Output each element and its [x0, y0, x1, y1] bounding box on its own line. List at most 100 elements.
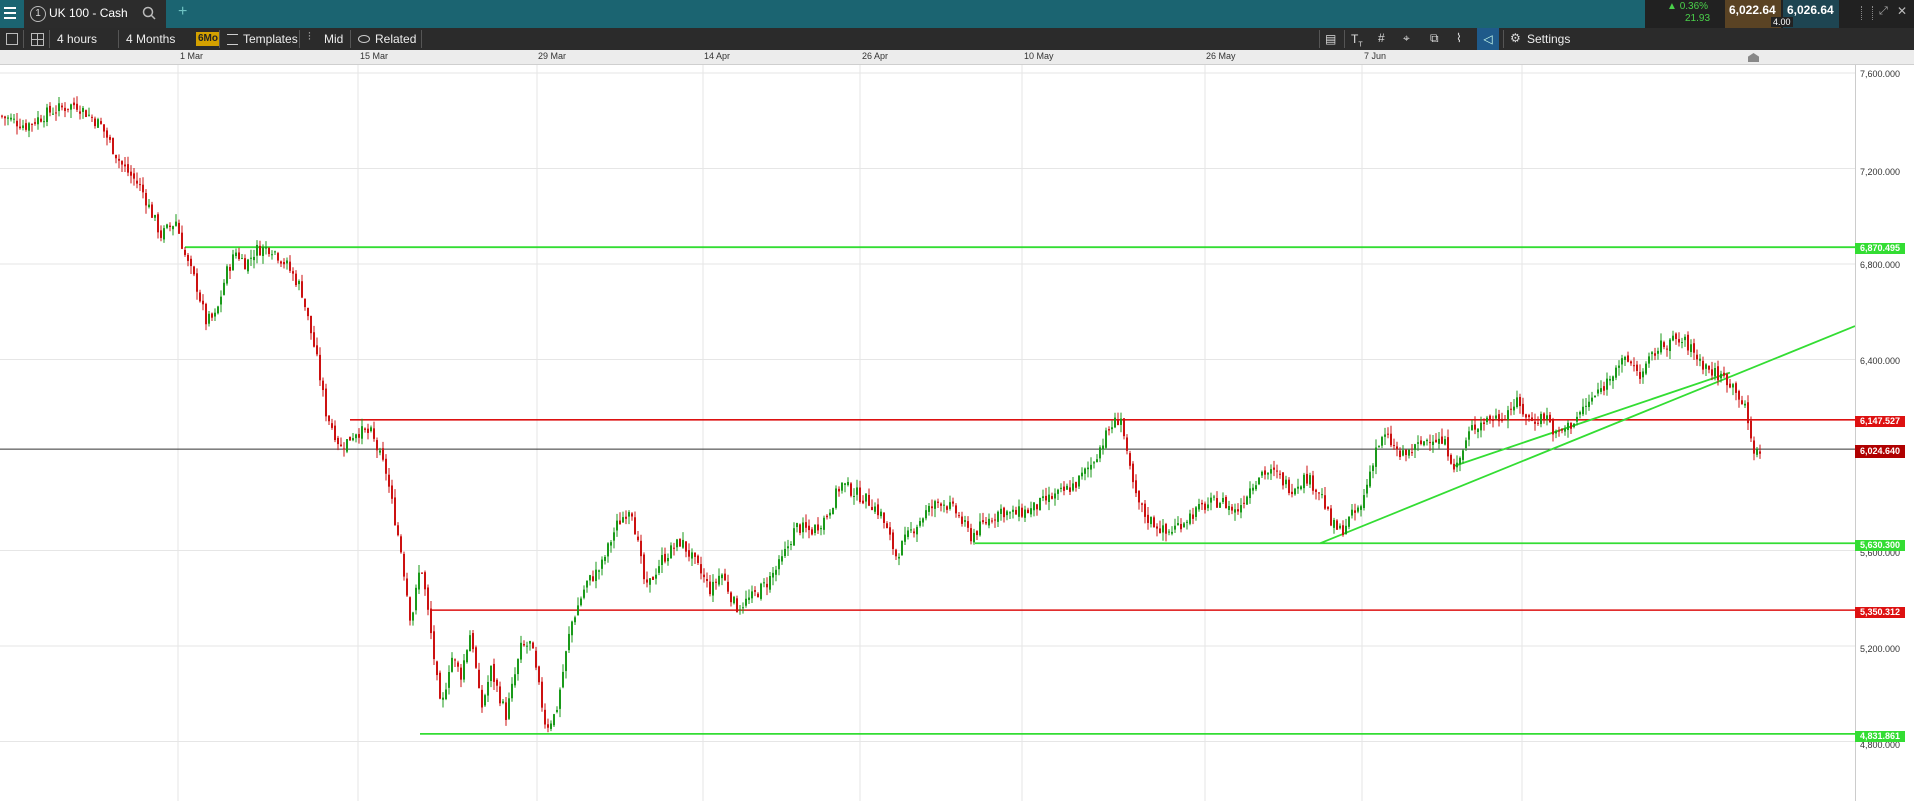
add-tab-icon[interactable]: + — [178, 3, 187, 21]
candle-body — [124, 164, 126, 167]
level-label-low-green[interactable]: 4,831.861 — [1855, 731, 1905, 742]
candle-body — [1285, 479, 1287, 485]
candle-body — [361, 426, 363, 439]
candle-body — [1111, 427, 1113, 430]
drag-handle-icon[interactable] — [1861, 6, 1873, 20]
gear-icon[interactable]: ⚙ — [1510, 31, 1521, 45]
text-tool-icon[interactable]: TT — [1351, 32, 1363, 48]
candle-body — [1060, 487, 1062, 489]
level-label-resistance-red[interactable]: 6,147.527 — [1855, 416, 1905, 427]
candle-body — [862, 500, 864, 504]
layout-grid-icon[interactable] — [31, 33, 44, 46]
candle-body — [844, 483, 846, 485]
candle-body — [1297, 486, 1299, 489]
candle-body — [316, 345, 318, 355]
candle-body — [688, 550, 690, 557]
candle-body — [1405, 449, 1407, 456]
candle-body — [1660, 340, 1662, 353]
drawing-tool-icon[interactable]: ⌇ — [1456, 31, 1462, 45]
candle-body — [256, 244, 258, 256]
candle-body — [1450, 455, 1452, 464]
crosshair-icon[interactable]: ⌖ — [1403, 31, 1410, 46]
candle-body — [394, 497, 396, 525]
home-marker-icon[interactable] — [1748, 53, 1759, 62]
candle-body — [418, 572, 420, 590]
candle-body — [454, 659, 456, 661]
candle-body — [1048, 494, 1050, 503]
candle-body — [247, 259, 249, 272]
candle-body — [847, 481, 849, 486]
candle-body — [796, 523, 798, 528]
level-label-support-red[interactable]: 5,350.312 — [1855, 607, 1905, 618]
candle-body — [352, 438, 354, 441]
candle-body — [514, 674, 516, 686]
candle-body — [919, 521, 921, 526]
candle-body — [265, 246, 267, 249]
range-select[interactable]: 4 Months — [126, 28, 175, 50]
candle-body — [1219, 502, 1221, 508]
candle-body — [1012, 509, 1014, 512]
candle-body — [292, 271, 294, 274]
candle-body — [109, 136, 111, 140]
candle-body — [601, 559, 603, 569]
candle-body — [1609, 378, 1611, 381]
time-label: 10 May — [1024, 51, 1054, 61]
candle-body — [958, 515, 960, 517]
candle-body — [1147, 514, 1149, 523]
time-axis: 1 Mar 15 Mar 29 Mar 14 Apr 26 Apr 10 May… — [0, 50, 1914, 65]
close-icon[interactable]: ✕ — [1897, 4, 1907, 18]
time-label: 7 Jun — [1364, 51, 1387, 61]
hamburger-menu-icon[interactable] — [4, 7, 16, 19]
candle-body — [1045, 495, 1047, 501]
candle-body — [1189, 513, 1191, 524]
settings-button[interactable]: Settings — [1527, 28, 1570, 50]
expand-icon[interactable]: ⤢ — [1879, 5, 1888, 18]
time-label: 14 Apr — [704, 51, 731, 61]
level-label-resistance-green[interactable]: 6,870.495 — [1855, 243, 1905, 254]
candle-body — [79, 111, 81, 114]
candle-body — [970, 528, 972, 542]
candle-body — [298, 281, 300, 285]
candle-body — [544, 709, 546, 725]
instrument-tab[interactable]: 1 UK 100 - Cash — [24, 0, 166, 28]
range-badge[interactable]: 6Mo — [196, 32, 220, 46]
candle-body — [1429, 442, 1431, 444]
candle-body — [823, 517, 825, 530]
panel-right-icon[interactable]: ▤ — [1325, 32, 1336, 46]
candle-body — [133, 173, 135, 179]
candle-body — [532, 642, 534, 649]
candle-body — [1243, 502, 1245, 504]
candle-body — [1006, 511, 1008, 516]
candle-body — [817, 524, 819, 531]
price-type-select[interactable]: Mid — [324, 28, 343, 50]
candle-body — [190, 258, 192, 267]
candle-body — [1483, 422, 1485, 425]
templates-button[interactable]: Templates — [243, 28, 298, 50]
candle-body — [319, 354, 321, 381]
interval-select[interactable]: 4 hours — [57, 28, 97, 50]
candle-body — [898, 556, 900, 559]
label-tool-icon[interactable]: ◁ — [1477, 28, 1499, 50]
search-icon[interactable] — [142, 6, 156, 20]
candle-body — [1276, 470, 1278, 472]
price-tick: 7,200.000 — [1860, 167, 1901, 177]
candle-body — [310, 315, 312, 334]
level-label-support-green[interactable]: 5,630.300 — [1855, 540, 1905, 551]
sidebar-toggle-icon[interactable] — [6, 33, 18, 45]
candle-body — [268, 248, 270, 254]
candle-body — [727, 581, 729, 592]
grid-toggle-icon[interactable]: # — [1378, 31, 1385, 45]
candle-body — [1552, 420, 1554, 435]
candle-body — [304, 298, 306, 308]
candle-body — [904, 534, 906, 542]
related-button[interactable]: Related — [375, 28, 416, 50]
candle-body — [808, 525, 810, 531]
candle-body — [973, 532, 975, 543]
candle-body — [1354, 510, 1356, 513]
candle-body — [1090, 464, 1092, 470]
candle-body — [925, 510, 927, 519]
candle-body — [1204, 503, 1206, 510]
price-chart[interactable] — [0, 65, 1914, 801]
copy-icon[interactable]: ⧉ — [1430, 31, 1439, 46]
candle-body — [118, 158, 120, 161]
